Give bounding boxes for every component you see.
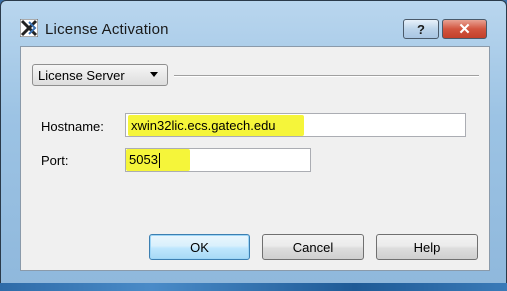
license-activation-window: License Activation ? ✕ License Server Ho… [0,0,507,291]
hostname-value: xwin32lic.ecs.gatech.edu [128,114,304,136]
port-input[interactable]: 5053 [125,148,311,172]
titlebar-help-button[interactable]: ? [403,19,439,39]
hostname-label: Hostname: [41,119,104,134]
license-mode-value: License Server [38,67,125,83]
chevron-down-icon [150,72,158,77]
help-button[interactable]: Help [376,234,478,260]
section-divider [174,75,479,77]
port-value-wrap: 5053 [126,148,190,172]
port-value: 5053 [129,151,158,167]
taskbar-strip [0,283,507,291]
window-title: License Activation [45,21,169,38]
cancel-button[interactable]: Cancel [262,234,364,260]
ok-button[interactable]: OK [149,234,250,260]
help-icon: ? [417,21,425,37]
app-icon [20,19,38,37]
port-label: Port: [41,153,69,168]
license-mode-dropdown[interactable]: License Server [32,64,168,86]
dialog-body: License Server Hostname: xwin32lic.ecs.g… [20,46,490,271]
hostname-input[interactable]: xwin32lic.ecs.gatech.edu [125,113,466,137]
close-icon: ✕ [458,21,471,38]
titlebar-close-button[interactable]: ✕ [442,19,487,39]
text-caret [158,153,160,169]
